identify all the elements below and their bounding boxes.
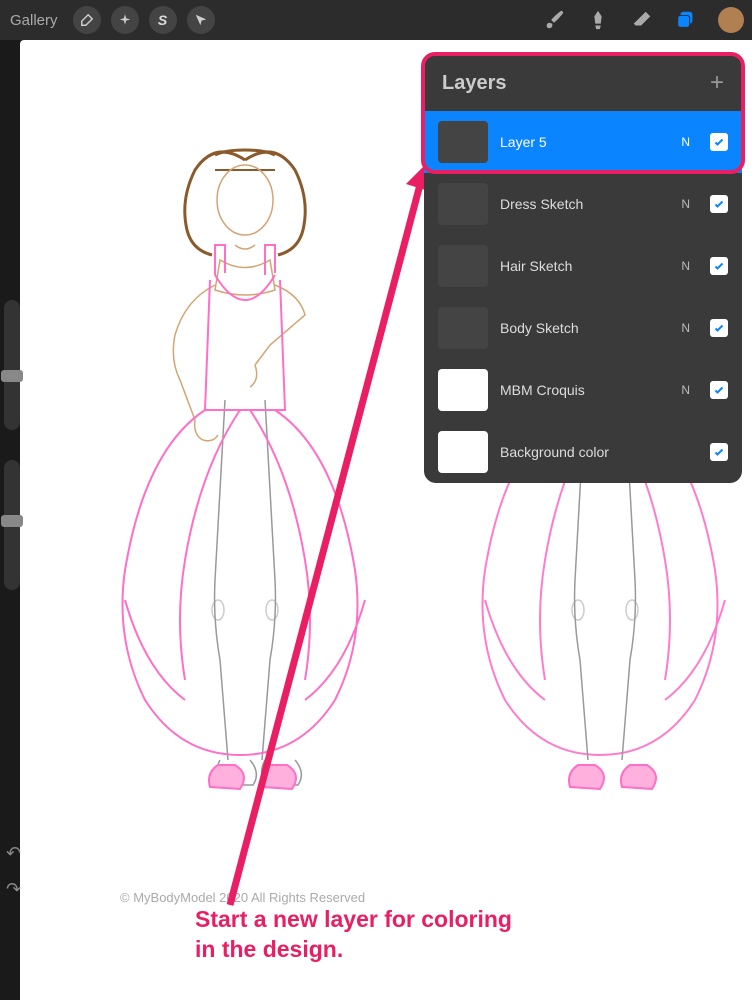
color-picker[interactable] xyxy=(718,7,744,33)
layer-item[interactable]: Body Sketch N xyxy=(424,297,742,359)
transform-button[interactable] xyxy=(187,6,215,34)
layer-blend-mode[interactable]: N xyxy=(681,259,690,273)
layer-name: MBM Croquis xyxy=(500,382,669,398)
layer-item[interactable]: MBM Croquis N xyxy=(424,359,742,421)
layer-blend-mode[interactable]: N xyxy=(681,135,690,149)
layer-thumbnail xyxy=(438,369,488,411)
layers-panel: Layers + Layer 5NDress SketchNHair Sketc… xyxy=(424,55,742,483)
layer-visibility-checkbox[interactable] xyxy=(710,257,728,275)
opacity-slider[interactable] xyxy=(4,460,20,590)
figure-sketch-left xyxy=(70,120,420,860)
layer-blend-mode[interactable]: N xyxy=(681,383,690,397)
undo-redo-group: ↶ ↷ xyxy=(6,843,21,900)
actions-button[interactable] xyxy=(73,6,101,34)
brush-size-slider[interactable] xyxy=(4,300,20,430)
add-layer-button[interactable]: + xyxy=(710,69,724,97)
layer-thumbnail xyxy=(438,431,488,473)
gallery-button[interactable]: Gallery xyxy=(10,12,58,29)
selection-button[interactable]: S xyxy=(149,6,177,34)
sidebar-sliders xyxy=(4,300,28,620)
layer-name: Body Sketch xyxy=(500,320,669,336)
layers-panel-header: Layers + xyxy=(424,55,742,111)
layer-visibility-checkbox[interactable] xyxy=(710,443,728,461)
layer-item[interactable]: Dress Sketch N xyxy=(424,173,742,235)
layer-blend-mode[interactable]: N xyxy=(681,321,690,335)
brush-tool-icon[interactable] xyxy=(542,8,566,32)
eraser-tool-icon[interactable] xyxy=(630,8,654,32)
layer-visibility-checkbox[interactable] xyxy=(710,133,728,151)
adjustments-button[interactable] xyxy=(111,6,139,34)
layer-name: Layer 5 xyxy=(500,134,669,150)
layer-thumbnail xyxy=(438,245,488,287)
layers-title: Layers xyxy=(442,72,507,95)
layer-visibility-checkbox[interactable] xyxy=(710,319,728,337)
layer-item[interactable]: Background color xyxy=(424,421,742,483)
layer-name: Background color xyxy=(500,444,698,460)
layer-visibility-checkbox[interactable] xyxy=(710,381,728,399)
redo-button[interactable]: ↷ xyxy=(6,879,21,900)
layer-thumbnail xyxy=(438,183,488,225)
layer-thumbnail xyxy=(438,307,488,349)
smudge-tool-icon[interactable] xyxy=(586,8,610,32)
layer-item[interactable]: Hair Sketch N xyxy=(424,235,742,297)
annotation-callout: Start a new layer for coloring in the de… xyxy=(195,905,512,965)
layer-thumbnail xyxy=(438,121,488,163)
layer-visibility-checkbox[interactable] xyxy=(710,195,728,213)
layer-blend-mode[interactable]: N xyxy=(681,197,690,211)
copyright-text: © MyBodyModel 2020 All Rights Reserved xyxy=(120,890,365,905)
layers-button-icon[interactable] xyxy=(674,8,698,32)
layer-name: Hair Sketch xyxy=(500,258,669,274)
layer-name: Dress Sketch xyxy=(500,196,669,212)
undo-button[interactable]: ↶ xyxy=(6,843,21,864)
top-toolbar: Gallery S xyxy=(0,0,752,40)
layer-item[interactable]: Layer 5 N xyxy=(424,111,742,173)
